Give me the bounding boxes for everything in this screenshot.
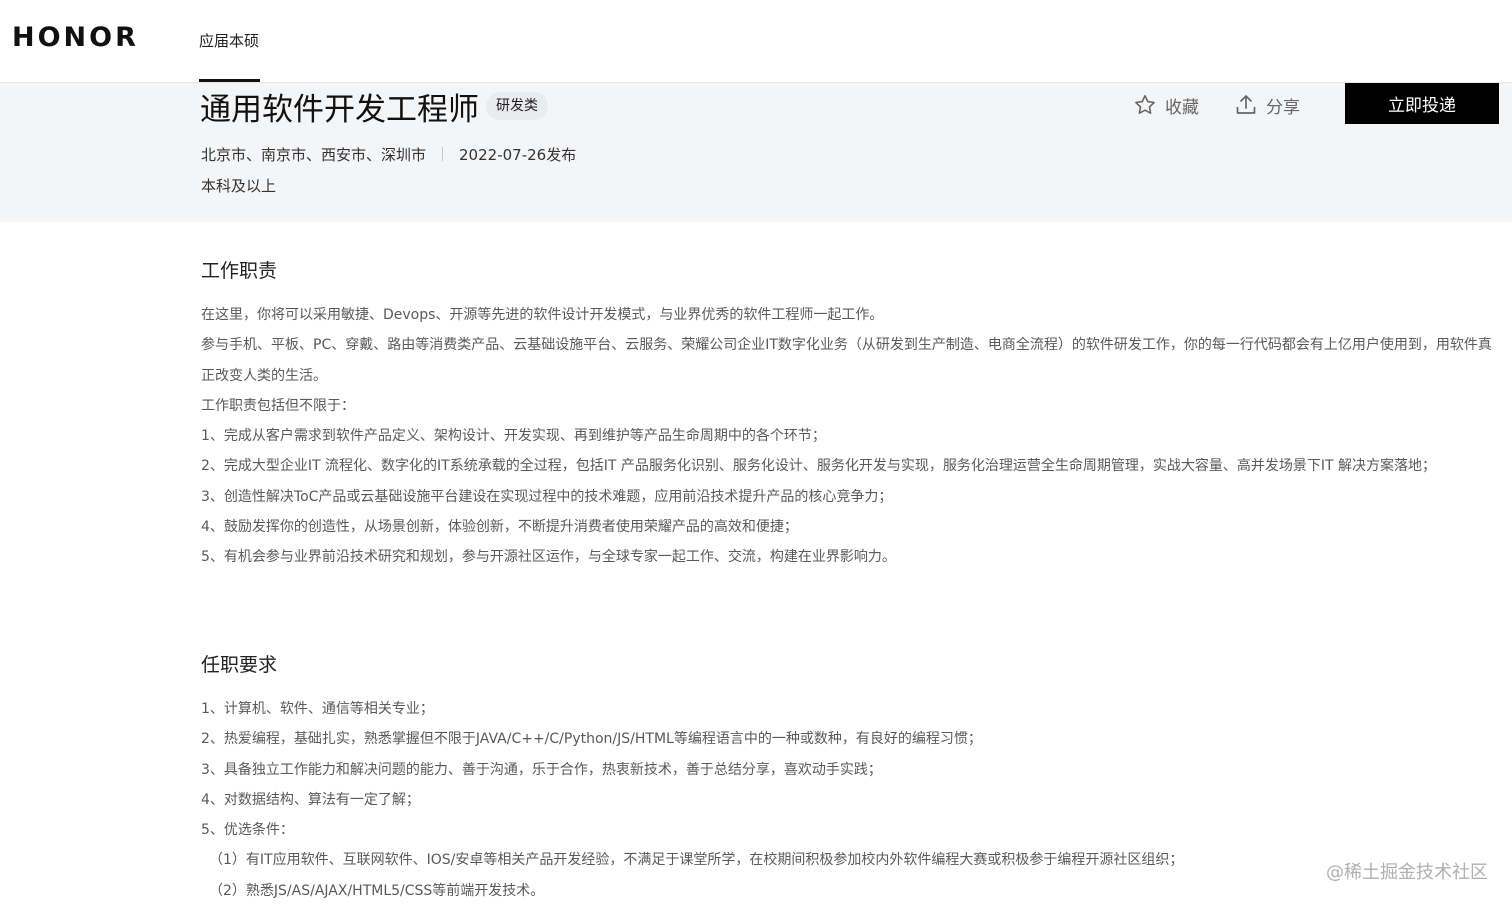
job-title: 通用软件开发工程师 — [200, 92, 479, 128]
active-nav-indicator — [199, 79, 260, 82]
section-title-requirements: 任职要求 — [201, 654, 278, 676]
upload-share-icon — [1236, 95, 1256, 114]
favorite-label: 收藏 — [1165, 97, 1199, 118]
responsibility-paragraph: 参与手机、平板、PC、穿戴、路由等消费类产品、云基础设施平台、云服务、荣耀公司企… — [201, 337, 1492, 384]
top-nav: HONOR 应届本硕 — [0, 0, 1512, 83]
responsibility-item: 2、完成大型企业IT 流程化、数字化的IT系统承载的全过程，包括IT 产品服务化… — [201, 458, 1436, 475]
requirement-item: 2、热爱编程，基础扎实，熟悉掌握但不限于JAVA/C++/C/Python/JS… — [201, 731, 982, 748]
meta-divider — [442, 147, 444, 161]
watermark: @稀土掘金技术社区 — [1326, 862, 1488, 883]
requirement-subitem: （2）熟悉JS/AS/AJAX/HTML5/CSS等前端开发技术。 — [209, 882, 545, 899]
apply-button[interactable]: 立即投递 — [1345, 83, 1499, 124]
honor-logo[interactable]: HONOR — [12, 22, 139, 53]
responsibility-item: 1、完成从客户需求到软件产品定义、架构设计、开发实现、再到维护等产品生命周期中的… — [201, 428, 826, 445]
responsibility-item: 5、有机会参与业界前沿技术研究和规划，参与开源社区运作，与全球专家一起工作、交流… — [201, 549, 896, 566]
nav-link-campus[interactable]: 应届本硕 — [199, 30, 259, 51]
requirement-item: 1、计算机、软件、通信等相关专业； — [201, 701, 434, 717]
star-icon — [1135, 95, 1155, 114]
section-title-responsibilities: 工作职责 — [201, 260, 278, 282]
share-label: 分享 — [1266, 97, 1300, 118]
responsibility-paragraph: 在这里，你将可以采用敏捷、Devops、开源等先进的软件设计开发模式，与业界优秀… — [201, 307, 884, 323]
requirement-item: 3、具备独立工作能力和解决问题的能力、善于沟通，乐于合作，热衷新技术，善于总结分… — [201, 761, 882, 778]
education-requirement: 本科及以上 — [201, 177, 277, 195]
responsibility-paragraph: 工作职责包括但不限于： — [201, 397, 355, 414]
favorite-button[interactable]: 收藏 — [1133, 90, 1199, 120]
job-meta: 北京市、南京市、西安市、深圳市 2022-07-26发布 — [201, 144, 576, 165]
job-category-tag: 研发类 — [486, 92, 548, 120]
responsibilities-section: 工作职责 在这里，你将可以采用敏捷、Devops、开源等先进的软件设计开发模式，… — [201, 256, 1501, 573]
responsibility-item: 3、创造性解决ToC产品或云基础设施平台建设在实现过程中的技术难题，应用前沿技术… — [201, 488, 893, 505]
requirement-item: 4、对数据结构、算法有一定了解； — [201, 791, 420, 808]
share-button[interactable]: 分享 — [1234, 90, 1300, 120]
responsibility-item: 4、鼓励发挥你的创造性，从场景创新，体验创新，不断提升消费者使用荣耀产品的高效和… — [201, 519, 798, 536]
job-locations: 北京市、南京市、西安市、深圳市 — [201, 146, 427, 164]
requirement-subitem: （1）有IT应用软件、互联网软件、IOS/安卓等相关产品开发经验，不满足于课堂所… — [209, 852, 1184, 869]
requirement-item: 5、优选条件： — [201, 822, 294, 839]
requirements-section: 任职要求 1、计算机、软件、通信等相关专业； 2、热爱编程，基础扎实，熟悉掌握但… — [201, 650, 1501, 906]
publish-date: 2022-07-26发布 — [459, 146, 577, 164]
